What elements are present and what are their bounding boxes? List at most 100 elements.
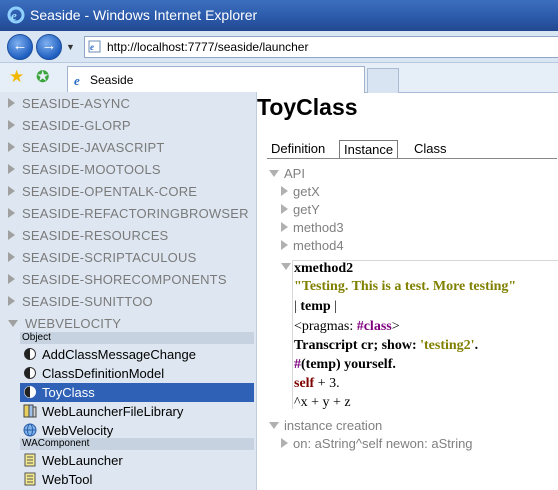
method-label: method3 (293, 220, 344, 235)
method-item[interactable]: method3 (281, 220, 344, 235)
class-item[interactable]: WebLauncher (20, 451, 254, 470)
package-label: SEASIDE-SUNITTOO (22, 294, 153, 309)
method-label: getY (293, 202, 320, 217)
class-label: ToyClass (42, 385, 95, 400)
browser-tab[interactable]: e Seaside (67, 66, 365, 93)
class-label: ClassDefinitionModel (42, 366, 165, 381)
expand-triangle-icon (8, 142, 15, 152)
component-icon (24, 472, 36, 486)
class-label: WebLauncher (42, 453, 123, 468)
yourself-line: #(temp) yourself. (294, 357, 396, 372)
history-dropdown-icon[interactable]: ▼ (66, 42, 75, 52)
back-arrow-icon: ← (12, 37, 28, 54)
package-item[interactable]: SEASIDE-SHORECOMPONENTS (8, 272, 227, 287)
class-title: ToyClass (257, 94, 358, 120)
expand-triangle-icon (281, 240, 288, 250)
package-item[interactable]: SEASIDE-SUNITTOO (8, 294, 153, 309)
method-item[interactable]: getX (281, 184, 320, 199)
method-label: getX (293, 184, 320, 199)
tab-class[interactable]: Class (410, 140, 451, 157)
back-button[interactable]: ← (7, 34, 33, 60)
class-detail-panel: ToyClass Definition Instance Class API g… (257, 92, 558, 490)
method-item[interactable]: method4 (281, 238, 344, 253)
address-bar[interactable]: e http://localhost:7777/seaside/launcher (84, 36, 558, 58)
protocol-instance-creation[interactable]: instance creation (269, 418, 382, 433)
package-item[interactable]: SEASIDE-JAVASCRIPT (8, 140, 165, 155)
protocol-api[interactable]: API (269, 166, 305, 181)
category-header-wacomponent[interactable]: WAComponent (20, 438, 254, 450)
package-item[interactable]: SEASIDE-MOOTOOLS (8, 162, 161, 177)
forward-arrow-icon: → (41, 37, 57, 54)
expand-triangle-icon (8, 208, 15, 218)
add-favorite-icon[interactable]: ✪ (36, 67, 49, 87)
self-line: self + 3. (294, 376, 340, 391)
class-icon (24, 386, 36, 398)
class-item[interactable]: AddClassMessageChange (20, 345, 254, 364)
package-item[interactable]: SEASIDE-RESOURCES (8, 228, 168, 243)
tab-divider (267, 158, 557, 159)
package-label: SEASIDE-MOOTOOLS (22, 162, 161, 177)
method-item[interactable]: getY (281, 202, 320, 217)
tab-ie-icon: e (74, 73, 80, 87)
collapse-triangle-icon (281, 263, 291, 270)
package-browser-sidebar: SEASIDE-ASYNC SEASIDE-GLORP SEASIDE-JAVA… (0, 92, 257, 490)
method-comment: "Testing. This is a test. More testing" (294, 279, 517, 294)
collapse-triangle-icon (269, 422, 279, 429)
category-header-object[interactable]: Object (20, 332, 254, 344)
expand-triangle-icon (8, 186, 15, 196)
tab-definition[interactable]: Definition (267, 140, 329, 157)
package-label: SEASIDE-ASYNC (22, 96, 131, 111)
svg-text:e: e (11, 8, 17, 23)
forward-button[interactable]: → (36, 34, 62, 60)
method-item[interactable]: on: aString^self newon: aString (281, 436, 473, 451)
favorites-bar: ★ ✪ e Seaside (0, 63, 558, 93)
class-item[interactable]: ClassDefinitionModel (20, 364, 254, 383)
package-label: SEASIDE-SCRIPTACULOUS (22, 250, 197, 265)
class-item[interactable]: WebLauncherFileLibrary (20, 402, 254, 421)
expand-triangle-icon (8, 98, 15, 108)
package-item[interactable]: SEASIDE-SCRIPTACULOUS (8, 250, 196, 265)
package-item[interactable]: SEASIDE-ASYNC (8, 96, 130, 111)
expand-triangle-icon (8, 274, 15, 284)
class-item-selected[interactable]: ToyClass (20, 383, 254, 402)
method-label: method4 (293, 238, 344, 253)
expand-triangle-icon (8, 120, 15, 130)
package-item[interactable]: SEASIDE-OPENTALK-CORE (8, 184, 197, 199)
expand-triangle-icon (8, 164, 15, 174)
navigation-bar: ← → ▼ e http://localhost:7777/seaside/la… (0, 31, 558, 63)
package-label: SEASIDE-RESOURCES (22, 228, 169, 243)
globe-icon (23, 423, 37, 437)
class-label: WebTool (42, 472, 93, 487)
favorites-star-icon[interactable]: ★ (9, 67, 24, 87)
address-url: http://localhost:7777/seaside/launcher (107, 40, 309, 54)
method-source-editor[interactable]: xmethod2 "Testing. This is a test. More … (292, 260, 558, 410)
expand-triangle-icon (281, 204, 288, 214)
transcript-line: Transcript cr; show: 'testing2'. (294, 338, 479, 353)
class-label: WebVelocity (42, 423, 114, 438)
temp-declaration: | temp | (294, 299, 337, 314)
package-item-expanded[interactable]: WEBVELOCITY (8, 316, 121, 331)
svg-text:e: e (74, 73, 80, 87)
package-label: SEASIDE-OPENTALK-CORE (22, 184, 198, 199)
svg-text:e: e (90, 42, 94, 52)
class-label: WebLauncherFileLibrary (42, 404, 184, 419)
package-label: SEASIDE-SHORECOMPONENTS (22, 272, 227, 287)
method-selector: xmethod2 (294, 261, 354, 276)
expand-triangle-icon (281, 438, 288, 448)
class-icon (24, 348, 36, 360)
window-title: Seaside - Windows Internet Explorer (30, 7, 258, 23)
page-icon: e (88, 40, 101, 53)
package-label: WEBVELOCITY (25, 316, 122, 331)
package-label: SEASIDE-GLORP (22, 118, 131, 133)
browser-tab-label: Seaside (90, 73, 134, 87)
expand-triangle-icon (8, 230, 15, 240)
class-item[interactable]: WebTool (20, 470, 254, 489)
window-title-bar: e Seaside - Windows Internet Explorer (0, 0, 558, 31)
internet-explorer-icon: e (7, 6, 25, 24)
package-item[interactable]: SEASIDE-GLORP (8, 118, 131, 133)
package-item[interactable]: SEASIDE-REFACTORINGBROWSER (8, 206, 249, 221)
tab-instance[interactable]: Instance (339, 140, 399, 159)
return-line: ^x + y + z (294, 395, 351, 410)
new-tab-button[interactable] (367, 68, 399, 93)
pragma-line: <pragmas: #class> (294, 319, 400, 334)
